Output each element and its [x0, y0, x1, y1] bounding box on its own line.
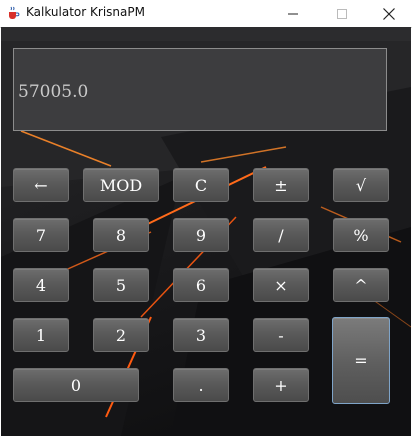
close-icon — [383, 7, 395, 20]
digit-8-button[interactable]: 8 — [93, 218, 149, 252]
digit-5-button[interactable]: 5 — [93, 268, 149, 302]
plus-minus-button[interactable]: ± — [253, 168, 309, 202]
digit-6-button[interactable]: 6 — [173, 268, 229, 302]
java-cup-icon — [9, 6, 20, 19]
backspace-button[interactable]: ← — [13, 168, 69, 202]
power-button[interactable]: ^ — [333, 268, 389, 302]
title-bar: Kalkulator KrisnaPM — [0, 0, 412, 28]
minimize-button[interactable] — [270, 0, 316, 27]
minimize-icon — [288, 13, 298, 14]
result-display: 57005.0 — [13, 48, 387, 131]
clear-button[interactable]: C — [173, 168, 229, 202]
digit-7-button[interactable]: 7 — [13, 218, 69, 252]
mod-button[interactable]: MOD — [83, 168, 159, 202]
menu-strip — [1, 27, 411, 41]
divide-button[interactable]: / — [253, 218, 309, 252]
minus-button[interactable]: - — [253, 318, 309, 352]
multiply-button[interactable]: × — [253, 268, 309, 302]
maximize-button[interactable] — [319, 0, 365, 27]
display-value: 57005.0 — [18, 82, 89, 102]
close-button[interactable] — [366, 0, 412, 27]
digit-3-button[interactable]: 3 — [173, 318, 229, 352]
percent-button[interactable]: % — [333, 218, 389, 252]
equals-button[interactable]: = — [332, 317, 390, 404]
plus-button[interactable]: + — [253, 368, 309, 402]
digit-9-button[interactable]: 9 — [173, 218, 229, 252]
digit-2-button[interactable]: 2 — [93, 318, 149, 352]
decimal-button[interactable]: . — [173, 368, 229, 402]
calculator-panel: 57005.0 ← MOD C ± √ 7 8 9 / % 4 5 6 × ^ … — [1, 27, 411, 436]
maximize-icon — [337, 8, 347, 19]
digit-4-button[interactable]: 4 — [13, 268, 69, 302]
digit-0-button[interactable]: 0 — [13, 368, 139, 402]
window-title: Kalkulator KrisnaPM — [26, 5, 145, 19]
sqrt-button[interactable]: √ — [333, 168, 389, 202]
digit-1-button[interactable]: 1 — [13, 318, 69, 352]
